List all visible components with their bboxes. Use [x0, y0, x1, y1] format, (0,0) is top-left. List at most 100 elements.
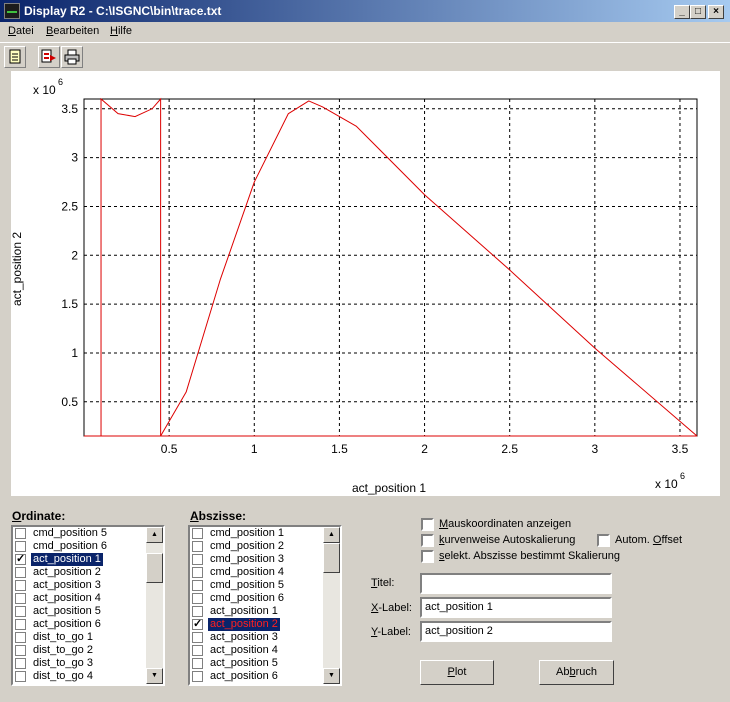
list-item[interactable]: act_position 4	[190, 644, 323, 657]
list-item-label: act_position 3	[210, 631, 278, 643]
ordinate-label: Ordinate:	[12, 509, 66, 523]
list-item[interactable]: dist_to_go 3	[13, 657, 146, 670]
list-item-checkbox[interactable]	[192, 606, 203, 617]
list-item-checkbox[interactable]	[15, 645, 26, 656]
print-icon	[64, 49, 80, 65]
scroll-up-icon[interactable]: ▲	[323, 527, 340, 543]
list-item[interactable]: act_position 3	[190, 631, 323, 644]
list-item-checkbox[interactable]	[192, 658, 203, 669]
window-title: Display R2 - C:\ISGNC\bin\trace.txt	[24, 4, 222, 18]
list-item[interactable]: act_position 1	[13, 552, 146, 566]
menu-datei[interactable]: Datei	[8, 25, 34, 37]
list-item-label: cmd_position 5	[33, 527, 107, 539]
list-item-checkbox[interactable]	[15, 632, 26, 643]
list-item-checkbox[interactable]	[192, 567, 203, 578]
list-item-checkbox[interactable]	[15, 567, 26, 578]
title-input[interactable]	[420, 573, 612, 594]
list-item[interactable]: cmd_position 2	[190, 540, 323, 553]
mouse-coordinates-checkbox[interactable]	[421, 518, 434, 531]
abscissa-scaling-checkbox[interactable]	[421, 550, 434, 563]
list-item-label: cmd_position 1	[210, 527, 284, 539]
list-item[interactable]: cmd_position 4	[190, 566, 323, 579]
minimize-button[interactable]: _	[674, 5, 690, 19]
list-item[interactable]: cmd_position 3	[190, 553, 323, 566]
cancel-button[interactable]: Abbruch	[539, 660, 614, 685]
list-item[interactable]: cmd_position 6	[190, 592, 323, 605]
scroll-down-icon[interactable]: ▼	[323, 668, 340, 684]
list-item[interactable]: act_position 6	[13, 618, 146, 631]
list-item-label: cmd_position 2	[210, 540, 284, 552]
list-item-label: act_position 1	[31, 553, 103, 566]
close-button[interactable]: ×	[708, 5, 724, 19]
list-item[interactable]: cmd_position 6	[13, 540, 146, 553]
curve-autoscale-checkbox[interactable]	[421, 534, 434, 547]
print-button[interactable]	[61, 46, 83, 68]
list-item-checkbox[interactable]	[192, 645, 203, 656]
menu-bar: Datei Bearbeiten Hilfe	[0, 22, 730, 42]
x-tick-label: 1.5	[331, 442, 348, 456]
y-tick-label: 3.5	[61, 102, 78, 116]
auto-offset-checkbox[interactable]	[597, 534, 610, 547]
ordinate-rows: cmd_position 5cmd_position 6act_position…	[13, 527, 146, 684]
menu-bearbeiten[interactable]: Bearbeiten	[46, 25, 99, 37]
ylabel-input[interactable]: act_position 2	[420, 621, 612, 642]
export-button[interactable]	[38, 46, 60, 68]
list-item[interactable]: dist_to_go 2	[13, 644, 146, 657]
plot-area[interactable]: x 10 6 x 10 6 act_position 1 act_positio…	[11, 71, 720, 496]
x-axis-label: act_position 1	[352, 481, 426, 495]
list-item-checkbox[interactable]	[15, 606, 26, 617]
x-tick-label: 3	[591, 442, 598, 456]
list-item-checkbox[interactable]	[15, 580, 26, 591]
list-item-checkbox[interactable]	[15, 541, 26, 552]
abscissa-scrollbar[interactable]: ▲ ▼	[323, 527, 340, 684]
new-document-button[interactable]	[4, 46, 26, 68]
list-item[interactable]: act_position 3	[13, 579, 146, 592]
xlabel-input[interactable]: act_position 1	[420, 597, 612, 618]
scroll-up-icon[interactable]: ▲	[146, 527, 163, 543]
list-item[interactable]: act_position 5	[190, 657, 323, 670]
list-item[interactable]: act_position 2	[190, 617, 323, 631]
list-item[interactable]: act_position 6	[190, 670, 323, 683]
ordinate-listbox[interactable]: cmd_position 5cmd_position 6act_position…	[11, 525, 165, 686]
list-item-checkbox[interactable]	[192, 671, 203, 682]
x-exponent-power: 6	[680, 471, 685, 481]
list-item-checkbox[interactable]	[15, 658, 26, 669]
title-field-label: Titel:	[371, 577, 395, 589]
list-item-checkbox[interactable]	[192, 632, 203, 643]
list-item-checkbox[interactable]	[192, 541, 203, 552]
ordinate-scrollbar[interactable]: ▲ ▼	[146, 527, 163, 684]
scroll-thumb[interactable]	[146, 553, 163, 583]
list-item-label: act_position 4	[33, 592, 101, 604]
list-item-checkbox[interactable]	[192, 593, 203, 604]
list-item-label: act_position 2	[33, 566, 101, 578]
list-item-checkbox[interactable]	[15, 619, 26, 630]
list-item[interactable]: act_position 4	[13, 592, 146, 605]
list-item[interactable]: dist_to_go 1	[13, 631, 146, 644]
y-exponent-power: 6	[58, 77, 63, 87]
list-item[interactable]: act_position 2	[13, 566, 146, 579]
title-bar: Display R2 - C:\ISGNC\bin\trace.txt _ □ …	[0, 0, 730, 22]
list-item-checkbox[interactable]	[15, 671, 26, 682]
list-item[interactable]: cmd_position 1	[190, 527, 323, 540]
list-item[interactable]: cmd_position 5	[190, 579, 323, 592]
list-item[interactable]: cmd_position 5	[13, 527, 146, 540]
list-item-label: act_position 1	[210, 605, 278, 617]
list-item-checkbox[interactable]	[192, 528, 203, 539]
list-item[interactable]: act_position 1	[190, 605, 323, 618]
list-item-label: dist_to_go 1	[33, 631, 93, 643]
list-item[interactable]: dist_to_go 4	[13, 670, 146, 683]
list-item-checkbox[interactable]	[192, 554, 203, 565]
abscissa-listbox[interactable]: cmd_position 1 cmd_position 2 cmd_position…	[188, 525, 342, 686]
list-item-checkbox[interactable]	[192, 580, 203, 591]
scroll-thumb[interactable]	[323, 543, 340, 573]
plot-button[interactable]: Plot	[420, 660, 494, 685]
maximize-button[interactable]: □	[690, 5, 706, 19]
list-item[interactable]: act_position 5	[13, 605, 146, 618]
list-item-checkbox[interactable]	[15, 528, 26, 539]
list-item-checkbox[interactable]	[15, 552, 26, 565]
list-item-checkbox[interactable]	[192, 617, 203, 630]
menu-hilfe[interactable]: Hilfe	[110, 25, 132, 37]
scroll-down-icon[interactable]: ▼	[146, 668, 163, 684]
list-item-label: act_position 4	[210, 644, 278, 656]
list-item-checkbox[interactable]	[15, 593, 26, 604]
